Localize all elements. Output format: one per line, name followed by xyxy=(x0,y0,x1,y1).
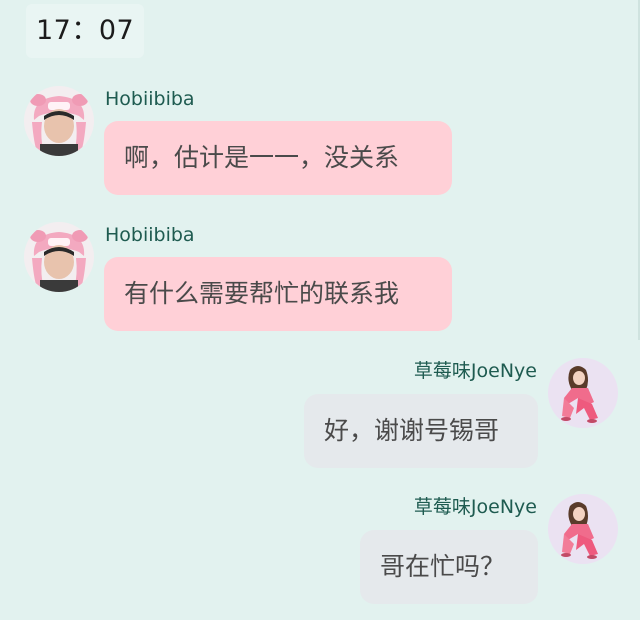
message-bubble-incoming[interactable]: 有什么需要帮忙的联系我 xyxy=(104,257,452,331)
sender-name: Hobiibiba xyxy=(105,224,195,246)
message-timestamp: 17：07 xyxy=(26,4,145,58)
message-bubble-outgoing[interactable]: 好，谢谢号锡哥 xyxy=(304,394,538,468)
girl-in-pink-illustration-avatar[interactable] xyxy=(548,358,618,428)
sender-name: 草莓味JoeNye xyxy=(413,360,537,382)
pink-pig-hat-boy-avatar[interactable] xyxy=(24,86,94,156)
chat-conversation: 17：07 Hobiibiba 啊，估计是一一，没关系 Hobiibiba 有什… xyxy=(0,0,640,620)
sender-name: Hobiibiba xyxy=(105,88,195,110)
message-bubble-incoming[interactable]: 啊，估计是一一，没关系 xyxy=(104,121,452,195)
girl-in-pink-illustration-avatar[interactable] xyxy=(548,494,618,564)
sender-name: 草莓味JoeNye xyxy=(413,496,537,518)
message-bubble-outgoing[interactable]: 哥在忙吗？ xyxy=(360,530,538,604)
pink-pig-hat-boy-avatar[interactable] xyxy=(24,222,94,292)
